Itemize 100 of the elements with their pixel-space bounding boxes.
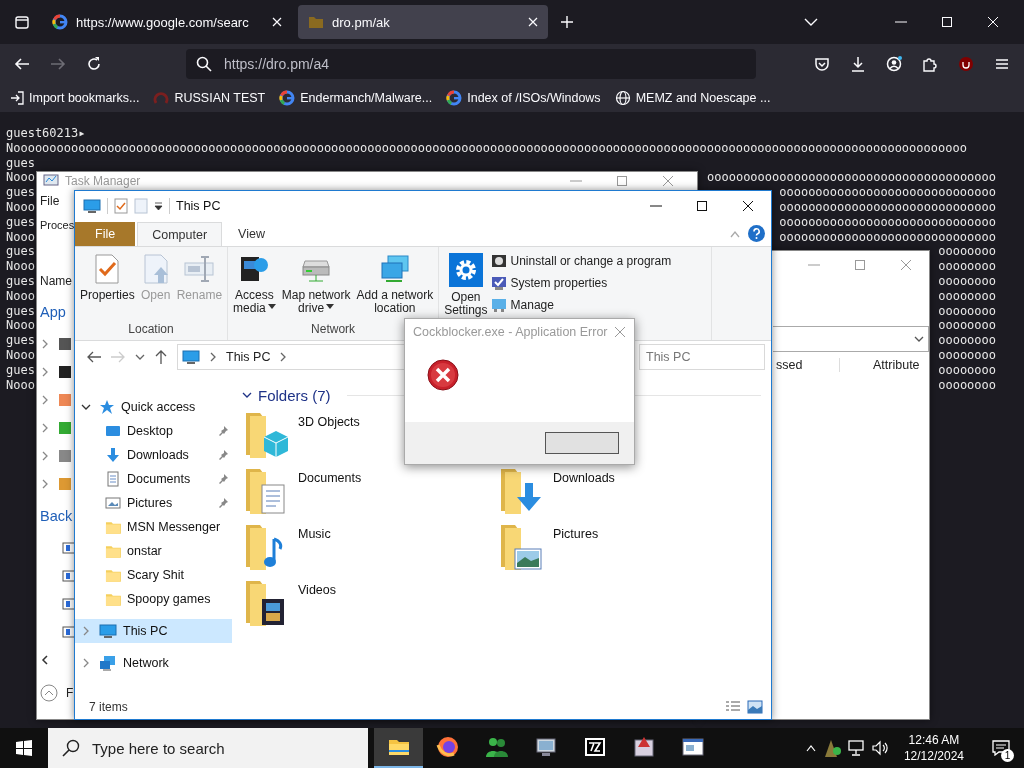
google-icon xyxy=(279,90,296,106)
column-header[interactable]: Attribute xyxy=(839,358,920,372)
ribbon-button[interactable]: Add a network location xyxy=(353,251,437,317)
customize-toolbar-button[interactable] xyxy=(154,201,163,211)
network-icon[interactable] xyxy=(847,740,866,756)
folder-tile[interactable]: Music xyxy=(242,519,497,575)
section-heading: Back xyxy=(40,507,73,526)
terminal-text: Nooo xyxy=(6,288,35,304)
folder-tile[interactable]: Pictures xyxy=(497,519,752,575)
taskbar-app[interactable] xyxy=(374,728,423,768)
ribbon-button[interactable]: Properties xyxy=(77,251,138,304)
close-icon[interactable] xyxy=(614,326,626,338)
column-header[interactable]: Name xyxy=(40,268,72,294)
monitor-icon[interactable] xyxy=(533,735,558,759)
dialog-button[interactable] xyxy=(545,432,619,454)
terminal-text: gues xyxy=(6,273,35,289)
pin-icon xyxy=(218,450,228,460)
ribbon-tab[interactable]: Computer xyxy=(137,222,223,246)
nav-item[interactable]: Network xyxy=(75,651,232,675)
bookmark[interactable]: Import bookmarks... xyxy=(10,91,140,105)
browser-tab[interactable]: https://www.google.com/searc xyxy=(42,5,292,39)
notifications-button[interactable]: 1 xyxy=(978,728,1024,768)
nav-item[interactable]: Desktop xyxy=(75,419,232,443)
collapse-chevron-icon xyxy=(242,390,252,400)
tab[interactable]: Proces xyxy=(40,212,75,238)
terminal-text: oooooooo xyxy=(938,244,996,260)
pin-icon xyxy=(218,426,228,436)
import-icon xyxy=(10,91,24,105)
ribbon-button[interactable]: Access media xyxy=(230,251,279,317)
nav-item[interactable]: Documents xyxy=(75,467,232,491)
breadcrumb-chevron-icon xyxy=(208,352,218,362)
caret-icon xyxy=(267,304,276,309)
volume-icon[interactable] xyxy=(871,740,890,756)
search-field[interactable]: This PC xyxy=(639,344,765,370)
bookmark[interactable]: MEMZ and Noescape ... xyxy=(614,90,771,106)
window-title: Task Manager xyxy=(65,174,141,188)
pin-icon xyxy=(218,474,228,484)
pictures-icon xyxy=(105,495,121,511)
back-arrow-icon xyxy=(87,351,101,363)
ribbon-button[interactable]: Open Settings xyxy=(441,251,491,319)
expand-chevron-icon xyxy=(40,479,50,489)
folder-tile[interactable]: Videos xyxy=(242,575,497,631)
fox-globe-icon[interactable] xyxy=(435,735,460,759)
clock[interactable]: 12:46 AM 12/12/2024 xyxy=(895,732,972,764)
nav-item[interactable]: Downloads xyxy=(75,443,232,467)
nav-item[interactable]: onstar xyxy=(75,539,232,563)
properties-quick-button[interactable] xyxy=(114,198,128,214)
installer-icon[interactable] xyxy=(631,735,656,759)
plus-icon xyxy=(560,15,574,29)
nav-item[interactable]: Spoopy games xyxy=(75,587,232,611)
archive-icon[interactable] xyxy=(582,735,607,759)
status-text: 7 items xyxy=(89,699,128,714)
window-icon[interactable] xyxy=(680,735,705,759)
folder-tile[interactable]: Downloads xyxy=(497,463,752,519)
expand-chevron-icon xyxy=(81,658,91,668)
pc-icon xyxy=(99,623,117,639)
ribbon-link[interactable]: Manage xyxy=(490,295,672,315)
nav-item[interactable]: This PC xyxy=(75,619,232,643)
scroll-left-icon[interactable] xyxy=(40,655,50,665)
recent-locations-button[interactable] xyxy=(135,352,145,362)
terminal-text: oooooooooooooooooooooooooooooo xyxy=(779,229,996,245)
show-hidden-icons-icon[interactable] xyxy=(805,744,816,752)
collapse-circle-icon[interactable] xyxy=(40,684,58,702)
help-icon[interactable] xyxy=(748,225,765,242)
people-icon[interactable] xyxy=(484,735,509,759)
terminal-text: gues xyxy=(6,155,35,171)
address-field[interactable]: https://dro.pm/a4 xyxy=(186,49,756,79)
ribbon-link[interactable]: System properties xyxy=(490,273,672,293)
close-tab-icon[interactable] xyxy=(528,17,538,27)
fewer-details-link[interactable]: F xyxy=(66,686,74,700)
pocket-icon xyxy=(814,56,830,72)
back-button[interactable] xyxy=(87,351,101,363)
dropdown-field[interactable] xyxy=(773,326,929,352)
taskbar-search-field[interactable]: Type here to search xyxy=(48,728,368,768)
nav-item[interactable]: Scary Shit xyxy=(75,563,232,587)
close-icon xyxy=(662,175,674,187)
bookmark[interactable]: RUSSIAN TEST xyxy=(153,90,266,106)
nav-item[interactable]: Pictures xyxy=(75,491,232,515)
nav-item[interactable]: Quick access xyxy=(75,395,232,419)
terminal-text: gues xyxy=(6,333,35,348)
browser-tab[interactable]: dro.pm/ak xyxy=(298,5,548,39)
close-tab-icon[interactable] xyxy=(272,17,282,27)
ribbon-tab[interactable]: View xyxy=(224,222,279,246)
desktop-icon xyxy=(105,423,121,439)
up-button[interactable] xyxy=(155,350,167,364)
folder-tile[interactable]: Documents xyxy=(242,463,497,519)
large-icons-view-icon xyxy=(747,699,763,714)
ribbon-tab[interactable]: File xyxy=(75,222,136,246)
bookmark[interactable]: Endermanch/Malware... xyxy=(279,90,433,106)
close-icon xyxy=(742,200,754,212)
bookmark[interactable]: Index of /ISOs/Windows xyxy=(446,90,601,106)
menu-item[interactable]: File xyxy=(40,190,60,212)
large-icons-view-button[interactable] xyxy=(747,699,763,714)
menu-icon xyxy=(994,56,1010,72)
maximize-icon xyxy=(696,200,708,212)
ribbon-link[interactable]: Uninstall or change a program xyxy=(490,251,672,271)
tab-list-icon xyxy=(14,14,30,30)
ribbon-button[interactable]: Map network drive xyxy=(278,251,354,317)
column-header[interactable]: ssed xyxy=(776,358,839,372)
nav-item[interactable]: MSN Messenger xyxy=(75,515,232,539)
